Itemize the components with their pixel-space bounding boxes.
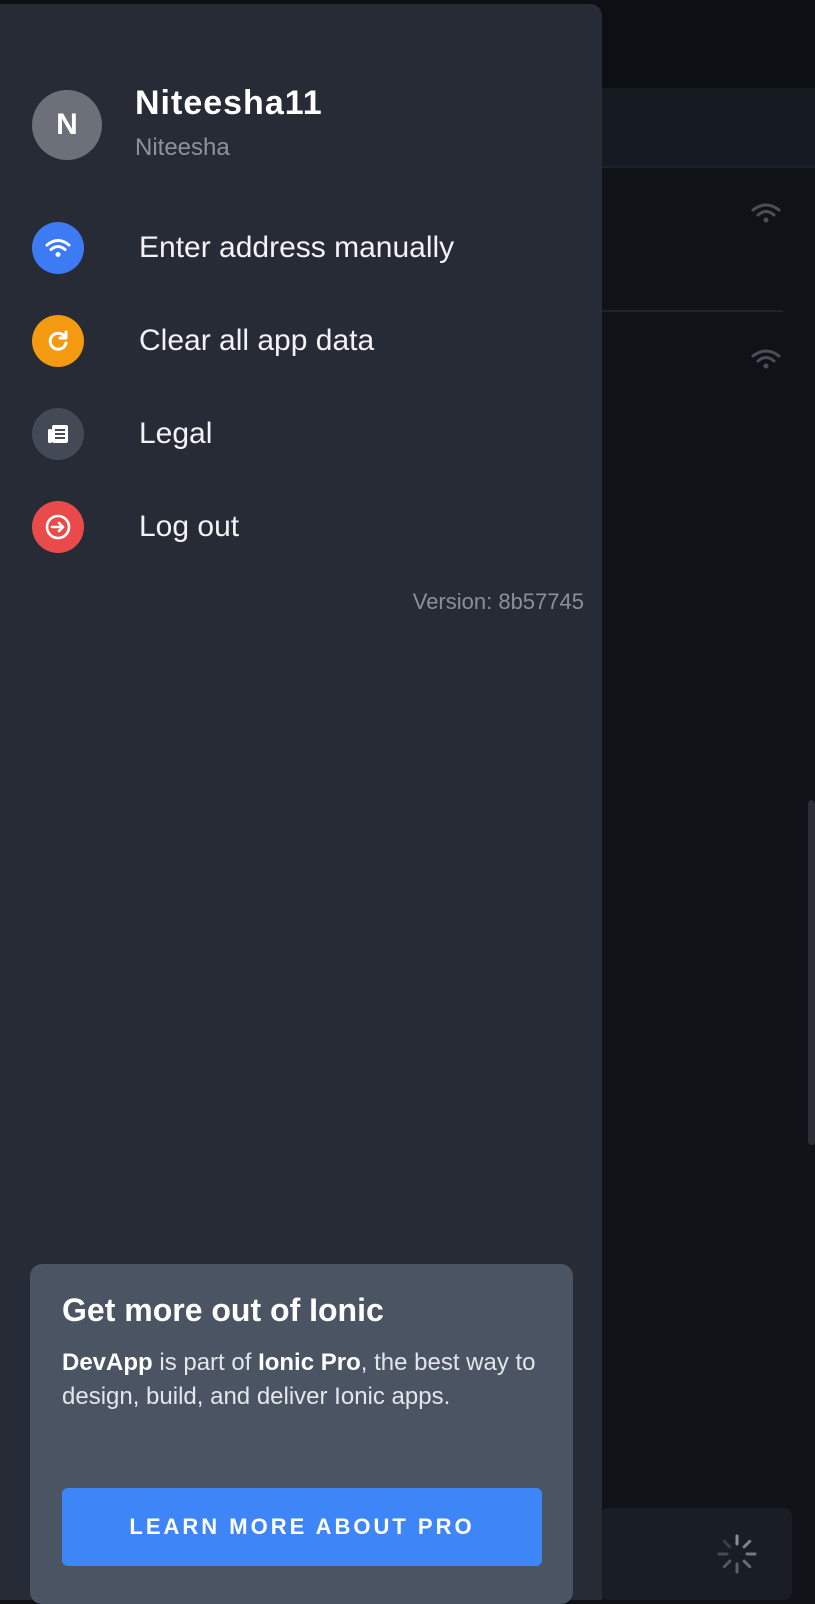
promo-text-ionic-pro: Ionic Pro xyxy=(258,1349,361,1376)
menu-item-enter-address[interactable]: Enter address manually xyxy=(32,222,592,274)
menu-item-label: Enter address manually xyxy=(139,231,455,264)
wifi-signal-icon xyxy=(751,203,781,223)
promo-card: Get more out of Ionic DevApp is part of … xyxy=(30,1264,573,1604)
promo-text: DevApp is part of Ionic Pro, the best wa… xyxy=(62,1346,542,1414)
refresh-icon xyxy=(32,315,84,367)
menu-item-label: Log out xyxy=(139,510,240,543)
display-name: Niteesha xyxy=(135,134,230,161)
menu-item-legal[interactable]: Legal xyxy=(32,408,592,460)
menu-item-label: Clear all app data xyxy=(139,324,375,357)
wifi-icon xyxy=(32,222,84,274)
background-divider xyxy=(600,310,783,312)
side-menu: N Niteesha11 Niteesha Enter address manu… xyxy=(0,4,602,1604)
scrollbar[interactable] xyxy=(808,800,815,1145)
document-icon xyxy=(32,408,84,460)
avatar-initial: N xyxy=(56,108,78,141)
promo-text-devapp: DevApp xyxy=(62,1349,153,1376)
learn-more-button[interactable]: LEARN MORE ABOUT PRO xyxy=(62,1488,542,1566)
promo-title: Get more out of Ionic xyxy=(62,1292,384,1328)
wifi-signal-icon xyxy=(751,349,781,369)
menu-item-clear-data[interactable]: Clear all app data xyxy=(32,315,592,367)
app-version: Version: 8b57745 xyxy=(412,589,584,614)
avatar: N xyxy=(32,90,102,160)
menu-item-label: Legal xyxy=(139,417,213,450)
promo-text-segment: is part of xyxy=(152,1349,259,1376)
menu-item-logout[interactable]: Log out xyxy=(32,501,592,553)
logout-icon xyxy=(32,501,84,553)
username: Niteesha11 xyxy=(135,84,323,122)
background-card xyxy=(600,1508,792,1600)
loading-spinner-icon xyxy=(717,1534,757,1574)
